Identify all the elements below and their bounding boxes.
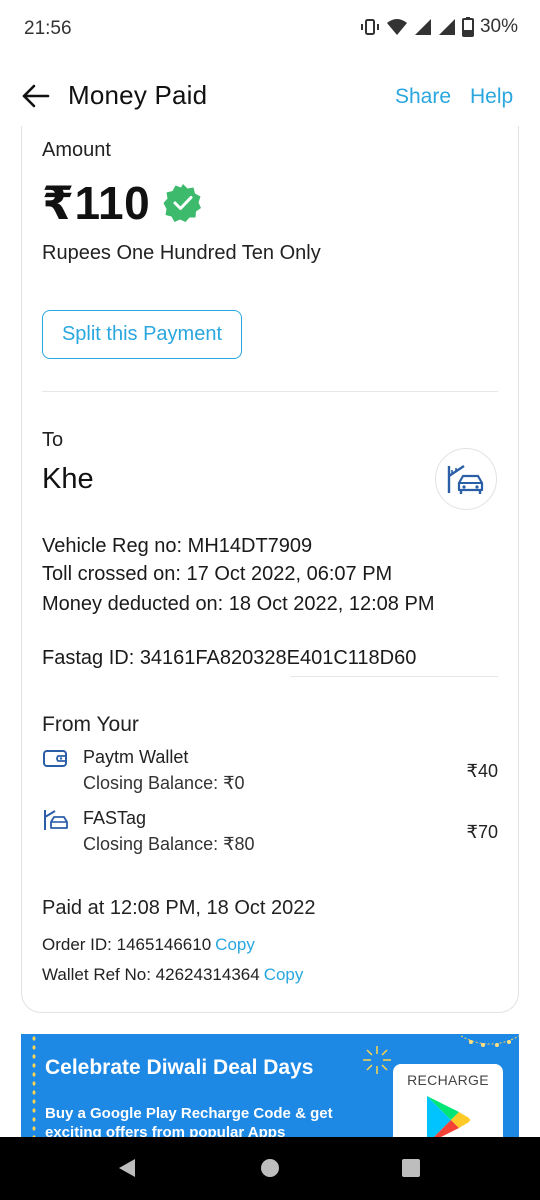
wallet-icon [43,750,67,767]
nav-back-icon[interactable] [116,1157,138,1179]
split-payment-button[interactable]: Split this Payment [42,310,242,359]
app-header: Money Paid Share Help [0,66,540,128]
string-lights-decoration [461,1035,519,1047]
money-deducted: Money deducted on: 18 Oct 2022, 12:08 PM [42,593,435,615]
to-label: To [42,429,64,451]
recharge-card: RECHARGE [393,1064,503,1144]
wallet-ref-row: Wallet Ref No: 42624314364 Copy [42,965,303,985]
payee-name: Khe [42,463,94,495]
amount-value: ₹110 [42,177,151,229]
copy-order-id-button[interactable]: Copy [215,935,255,954]
verified-badge-icon [163,184,202,222]
banner-title: Celebrate Diwali Deal Days [45,1056,314,1079]
toll-plaza-logo [435,448,497,510]
back-arrow-icon [22,84,50,108]
source-closing-balance: Closing Balance: ₹0 [83,773,245,793]
from-label: From Your [42,713,139,736]
toll-car-icon [447,465,484,494]
vehicle-reg: Vehicle Reg no: MH14DT7909 [42,535,313,557]
recharge-label: RECHARGE [407,1072,489,1088]
nav-recents-icon[interactable] [400,1157,422,1179]
source-name: FASTag [83,808,147,828]
source-amount: ₹70 [466,822,498,842]
amount-label: Amount [42,139,111,161]
status-bar: 21:56 30% [0,0,540,60]
fastag-icon [44,810,68,830]
system-navigation-bar [0,1137,540,1200]
firework-icon [363,1046,391,1074]
battery-percent: 30% [479,16,518,37]
source-closing-balance: Closing Balance: ₹80 [83,834,255,854]
share-link[interactable]: Share [395,85,451,109]
paid-at: Paid at 12:08 PM, 18 Oct 2022 [42,897,316,919]
signal-icon-2 [438,19,455,35]
vibrate-icon [360,19,379,35]
status-time: 21:56 [24,18,72,39]
promo-banner[interactable]: Celebrate Diwali Deal Days Buy a Google … [21,1034,519,1144]
banner-lights-decoration [31,1034,37,1144]
order-id: Order ID: 1465146610 [42,935,212,954]
page-title: Money Paid [68,80,208,110]
signal-icon [414,19,431,35]
amount-in-words: Rupees One Hundred Ten Only [42,242,321,264]
copy-wallet-ref-button[interactable]: Copy [264,965,304,984]
toll-crossed: Toll crossed on: 17 Oct 2022, 06:07 PM [42,563,393,585]
help-link[interactable]: Help [470,85,513,109]
wifi-icon [386,19,407,35]
nav-home-icon[interactable] [259,1157,281,1179]
divider [42,391,498,392]
source-amount: ₹40 [466,761,498,781]
amount-row: ₹110 [42,176,204,230]
battery-icon [461,17,474,37]
wallet-ref: Wallet Ref No: 42624314364 [42,965,260,984]
fastag-id: Fastag ID: 34161FA820328E401C118D60 [42,647,417,669]
divider [290,676,498,677]
source-name: Paytm Wallet [83,747,189,767]
order-id-row: Order ID: 1465146610 Copy [42,935,255,955]
status-icons: 30% [360,16,518,38]
back-button[interactable] [20,80,52,112]
